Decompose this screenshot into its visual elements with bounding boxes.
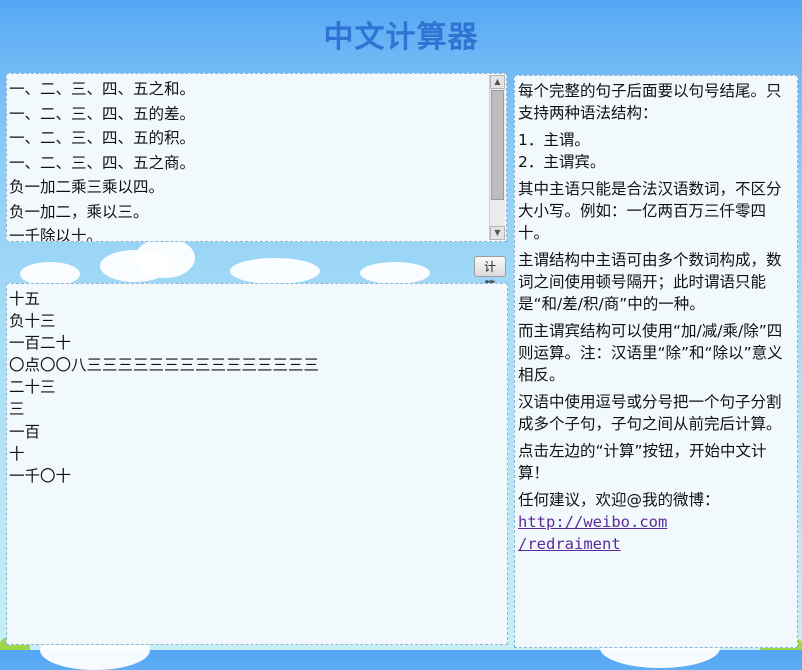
help-syntax-intro: 每个完整的句子后面要以句号结尾。只支持两种语法结构： (518, 82, 782, 122)
help-panel: 每个完整的句子后面要以句号结尾。只支持两种语法结构： 1．主谓。 2．主谓宾。 … (514, 75, 798, 648)
help-operations-note: 而主谓宾结构可以使用“加/减/乘/除”四则运算。注：汉语里“除”和“除以”意义相… (518, 322, 783, 384)
page-title: 中文计算器 (323, 20, 479, 55)
output-line: 十 (9, 444, 25, 463)
help-subject-predicate-note: 主谓结构中主语可由多个数词构成，数词之间使用顿号隔开；此时谓语只能是“和/差/积… (518, 251, 782, 313)
weibo-link[interactable]: http://weibo.com /redraiment (518, 511, 794, 555)
output-line: 三 (9, 400, 25, 419)
weibo-link-part-2[interactable]: /redraiment (518, 535, 621, 553)
output-line: 一千〇十 (9, 466, 72, 485)
output-line: 二十三 (9, 378, 56, 397)
output-line: 十五 (9, 290, 41, 308)
input-line: 一、二、三、四、五的积。 (9, 129, 196, 147)
scroll-thumb[interactable] (491, 90, 504, 200)
input-line: 一、二、三、四、五之和。 (9, 80, 196, 98)
scroll-down-arrow-icon[interactable]: ▼ (490, 226, 505, 240)
help-subject-note: 其中主语只能是合法汉语数词，不区分大小写。例如：一亿两百万三仟零四十。 (518, 180, 782, 242)
weibo-link-part-1[interactable]: http://weibo.com (518, 513, 667, 531)
output-line: 一百二十 (9, 334, 72, 353)
result-output-text: 十五负十三一百二十〇点〇〇八三三三三三三三三三三三三三三三 二十三三一百十一千〇十 (7, 284, 507, 491)
expression-input-text[interactable]: 一、二、三、四、五之和。 一、二、三、四、五的差。 一、二、三、四、五的积。 一、二、… (7, 74, 490, 242)
input-line: 一千除以十。 (9, 227, 103, 242)
output-line: 负十三 (9, 312, 56, 331)
input-line: 负一加二乘三乘以四。 (9, 178, 165, 196)
output-line: 〇点〇〇八三三三三三三三三三三三三三三三 (9, 356, 320, 375)
input-line: 一、二、三、四、五的差。 (9, 104, 196, 123)
help-contact-note: 任何建议，欢迎@我的微博： (518, 491, 720, 509)
help-clause-note: 汉语中使用逗号或分号把一个句子分割成多个子句，子句之间从前完后计算。 (518, 393, 782, 433)
input-scrollbar[interactable]: ▲ ▼ (489, 75, 505, 240)
help-click-note: 点击左边的“计算”按钮，开始中文计算！ (518, 442, 767, 482)
output-line: 一百 (9, 422, 41, 441)
input-line: 一、二、三、四、五之商。 (9, 153, 196, 172)
calculate-button[interactable]: 计算 (474, 256, 506, 293)
scroll-up-arrow-icon[interactable]: ▲ (490, 75, 505, 89)
help-rule-1: 1．主谓。 (518, 131, 590, 149)
expression-input[interactable]: 一、二、三、四、五之和。 一、二、三、四、五的差。 一、二、三、四、五的积。 一、二、… (6, 73, 507, 242)
help-rule-2: 2．主谓宾。 (518, 153, 606, 171)
result-output: 十五负十三一百二十〇点〇〇八三三三三三三三三三三三三三三三 二十三三一百十一千〇十 (6, 283, 508, 645)
input-line: 负一加二，乘以三。 (9, 202, 149, 221)
